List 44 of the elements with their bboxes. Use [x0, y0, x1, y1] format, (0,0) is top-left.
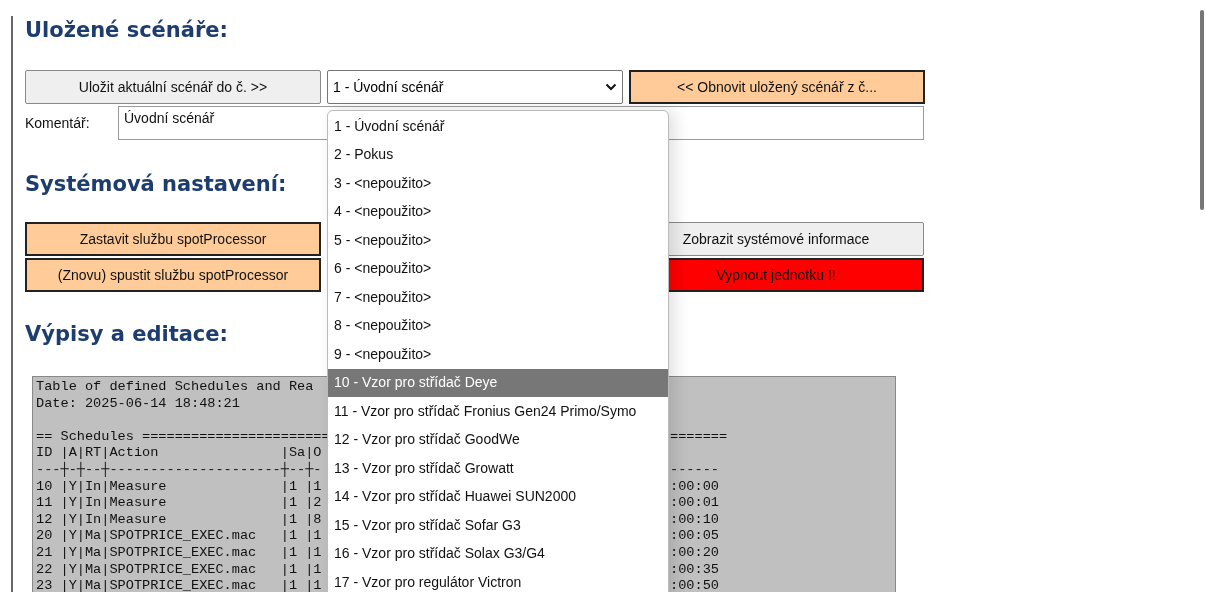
- service-button[interactable]: Zastavit službu spotProcessor: [25, 222, 321, 256]
- dropdown-option[interactable]: 16 - Vzor pro střídač Solax G3/G4: [328, 539, 668, 568]
- listing-text: == Schedules =======================: [36, 428, 330, 444]
- listing-text: Table of defined Schedules and Rea: [36, 379, 314, 394]
- section-heading: Systémová nastavení:: [25, 171, 287, 198]
- dropdown-option[interactable]: 10 - Vzor pro střídač Deye: [328, 368, 668, 397]
- listing-text: :00:00: [670, 478, 719, 496]
- dropdown-option[interactable]: 17 - Vzor pro regulátor Victron: [328, 568, 668, 592]
- service-button[interactable]: (Znovu) spustit službu spotProcessor: [25, 258, 321, 292]
- listing-text: ------: [670, 461, 719, 479]
- section-heading: Uložené scénáře:: [25, 17, 228, 44]
- dropdown-option[interactable]: 13 - Vzor pro střídač Growatt: [328, 454, 668, 483]
- listing-text: 21 |Y|Ma|SPOTPRICE_EXEC.mac |1 |1: [36, 544, 322, 560]
- dropdown-option[interactable]: 15 - Vzor pro střídač Sofar G3: [328, 511, 668, 540]
- listing-text: 22 |Y|Ma|SPOTPRICE_EXEC.mac |1 |1: [36, 561, 322, 577]
- dropdown-option[interactable]: 2 - Pokus: [328, 140, 668, 169]
- listing-text: ID |A|RT|Action |Sa|O: [36, 445, 322, 461]
- dropdown-option[interactable]: 1 - Úvodní scénář: [328, 112, 668, 141]
- chevron-down-icon: [605, 83, 617, 91]
- listing-text: :00:35: [670, 561, 719, 579]
- save-scenario-button[interactable]: Uložit aktuální scénář do č. >>: [25, 70, 321, 104]
- dropdown-option[interactable]: 14 - Vzor pro střídač Huawei SUN2000: [328, 482, 668, 511]
- dropdown-option[interactable]: 9 - <nepoužito>: [328, 340, 668, 369]
- listing-text: =======: [670, 428, 728, 446]
- listing-text: 23 |Y|Ma|SPOTPRICE_EXEC.mac |1 |1: [36, 578, 322, 592]
- listing-text: :00:50: [670, 578, 719, 592]
- listing-text: :00:10: [670, 511, 719, 529]
- comment-label: Komentář:: [25, 113, 91, 133]
- listing-text: 11 |Y|In|Measure |1 |2: [36, 495, 322, 511]
- listing-text: :00:20: [670, 544, 719, 562]
- listing-text: ---┼-┼--┼---------------------┼--┼-: [36, 461, 322, 477]
- listing-text: 12 |Y|In|Measure |1 |8: [36, 511, 322, 527]
- listing-text: :00:01: [670, 495, 719, 512]
- dropdown-option[interactable]: 11 - Vzor pro střídač Fronius Gen24 Primo/Symo: [328, 397, 668, 426]
- dropdown-option[interactable]: 12 - Vzor pro střídač GoodWe: [328, 425, 668, 454]
- dropdown-option[interactable]: 8 - <nepoužito>: [328, 311, 668, 340]
- restore-scenario-button[interactable]: << Obnovit uložený scénář z č...: [629, 70, 925, 104]
- section-heading: Výpisy a editace:: [25, 321, 228, 348]
- dropdown-option[interactable]: 3 - <nepoužito>: [328, 169, 668, 198]
- scenario-select[interactable]: 1 - Úvodní scénář: [327, 70, 623, 104]
- listing-text: :00:05: [670, 528, 719, 545]
- listing-text: Date: 2025-06-14 18:48:21: [36, 395, 240, 411]
- listing-text: 10 |Y|In|Measure |1 |1: [36, 478, 322, 494]
- listing-text: 20 |Y|Ma|SPOTPRICE_EXEC.mac |1 |1: [36, 528, 322, 544]
